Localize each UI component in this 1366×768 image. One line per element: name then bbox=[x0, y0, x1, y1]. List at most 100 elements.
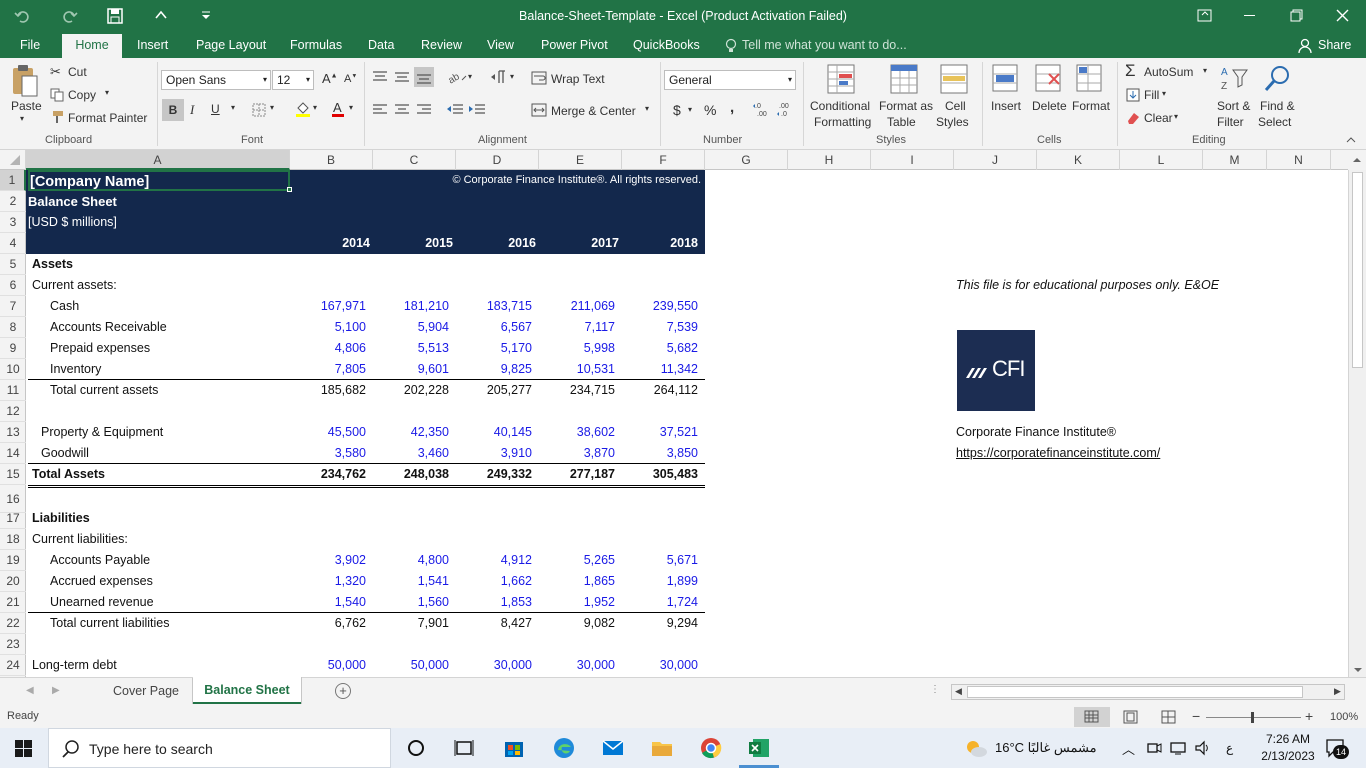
data-cell[interactable]: 3,910 bbox=[456, 443, 532, 464]
font-color-dropdown-arrow[interactable]: ▾ bbox=[349, 103, 353, 112]
cfi-link[interactable]: https://corporatefinanceinstitute.com/ bbox=[956, 443, 1160, 464]
row-header-cell[interactable]: 19 bbox=[0, 550, 26, 571]
data-cell[interactable]: 9,294 bbox=[622, 613, 698, 634]
data-cell[interactable]: 5,265 bbox=[539, 550, 615, 571]
weather-text[interactable]: 16°C مشمس غالبًا bbox=[995, 740, 1097, 756]
data-cell[interactable]: 1,320 bbox=[290, 571, 366, 592]
data-cell[interactable]: 6,567 bbox=[456, 317, 532, 338]
find-select-icon[interactable] bbox=[1264, 64, 1292, 94]
data-cell[interactable]: 183,715 bbox=[456, 296, 532, 317]
worksheet-grid[interactable]: [Company Name] © Corporate Finance Insti… bbox=[26, 170, 1348, 677]
currency-dropdown-arrow[interactable]: ▾ bbox=[688, 105, 692, 114]
tray-chevron-icon[interactable]: ︿ bbox=[1122, 739, 1135, 758]
format-cells-icon[interactable] bbox=[1076, 64, 1104, 94]
conditional-formatting-icon[interactable] bbox=[827, 64, 857, 96]
input-language[interactable]: ع bbox=[1226, 741, 1233, 755]
data-cell[interactable]: 305,483 bbox=[622, 464, 698, 485]
fill-dropdown-arrow[interactable]: ▾ bbox=[1162, 89, 1166, 98]
conditional-formatting-button[interactable]: Conditional bbox=[810, 99, 870, 113]
excel-icon[interactable] bbox=[747, 736, 771, 760]
column-header-i[interactable]: I bbox=[871, 150, 954, 170]
sheet-tab-balance-sheet[interactable]: Balance Sheet bbox=[193, 677, 301, 704]
middle-align-icon[interactable] bbox=[394, 70, 410, 84]
data-cell[interactable]: 5,904 bbox=[373, 317, 449, 338]
copy-dropdown-arrow[interactable]: ▾ bbox=[105, 88, 109, 97]
vertical-scrollbar[interactable] bbox=[1348, 170, 1366, 677]
currency-button[interactable]: $ bbox=[673, 102, 681, 118]
rtl-icon[interactable] bbox=[490, 70, 508, 84]
data-cell[interactable]: 4,800 bbox=[373, 550, 449, 571]
data-cell[interactable]: 234,715 bbox=[539, 380, 615, 401]
cell-styles-button[interactable]: Cell bbox=[945, 99, 966, 113]
cell-styles-label-2[interactable]: Styles bbox=[936, 115, 969, 129]
horizontal-scroll-thumb[interactable] bbox=[967, 686, 1303, 698]
insert-cells-icon[interactable] bbox=[992, 64, 1020, 94]
italic-button[interactable]: I bbox=[190, 102, 194, 118]
row-header-cell[interactable]: 20 bbox=[0, 571, 26, 592]
delete-cells-button[interactable]: Delete bbox=[1032, 99, 1067, 113]
column-header-h[interactable]: H bbox=[788, 150, 871, 170]
tab-review[interactable]: Review bbox=[421, 34, 462, 58]
row-header-cell[interactable]: 23 bbox=[0, 634, 26, 655]
decrease-decimal-icon[interactable]: .00.0 bbox=[776, 100, 794, 118]
copy-button[interactable]: Copy bbox=[68, 88, 96, 102]
data-cell[interactable]: 9,601 bbox=[373, 359, 449, 380]
share-button[interactable]: Share bbox=[1318, 34, 1351, 58]
insert-cells-button[interactable]: Insert bbox=[991, 99, 1021, 113]
page-break-view-icon[interactable] bbox=[1161, 710, 1177, 724]
column-header-e[interactable]: E bbox=[539, 150, 622, 170]
row-header-cell[interactable]: 17 bbox=[0, 508, 26, 529]
merge-center-icon[interactable] bbox=[531, 103, 547, 117]
tab-splitter-icon[interactable]: ⋮ bbox=[930, 684, 940, 695]
close-icon[interactable] bbox=[1336, 9, 1350, 23]
data-cell[interactable]: 1,865 bbox=[539, 571, 615, 592]
merge-dropdown-arrow[interactable]: ▾ bbox=[645, 104, 649, 113]
row-header-cell[interactable]: 9 bbox=[0, 338, 26, 359]
row-header-cell[interactable]: 11 bbox=[0, 380, 26, 401]
row-header-cell[interactable]: 22 bbox=[0, 613, 26, 634]
borders-dropdown-arrow[interactable]: ▾ bbox=[270, 103, 274, 112]
format-as-table-icon[interactable] bbox=[890, 64, 920, 96]
page-layout-view-icon[interactable] bbox=[1123, 710, 1139, 724]
data-cell[interactable]: 1,662 bbox=[456, 571, 532, 592]
chrome-icon[interactable] bbox=[699, 736, 723, 760]
data-cell[interactable]: 3,902 bbox=[290, 550, 366, 571]
meet-now-icon[interactable] bbox=[1146, 740, 1162, 756]
data-cell[interactable]: 40,145 bbox=[456, 422, 532, 443]
store-icon[interactable] bbox=[502, 736, 526, 760]
minimize-icon[interactable] bbox=[1244, 15, 1256, 17]
align-left-icon[interactable] bbox=[372, 103, 388, 117]
data-cell[interactable]: 45,500 bbox=[290, 422, 366, 443]
data-cell[interactable]: 5,671 bbox=[622, 550, 698, 571]
fill-color-icon[interactable] bbox=[295, 100, 311, 118]
zoom-level[interactable]: 100% bbox=[1330, 711, 1358, 723]
data-cell[interactable]: 5,170 bbox=[456, 338, 532, 359]
data-cell[interactable]: 30,000 bbox=[539, 655, 615, 676]
data-cell[interactable]: 3,460 bbox=[373, 443, 449, 464]
fill-button[interactable]: Fill bbox=[1144, 88, 1159, 102]
format-painter-button[interactable]: Format Painter bbox=[68, 111, 147, 125]
volume-icon[interactable] bbox=[1194, 740, 1212, 756]
data-cell[interactable]: 6,762 bbox=[290, 613, 366, 634]
column-header-b[interactable]: B bbox=[290, 150, 373, 170]
select-all-corner[interactable] bbox=[0, 150, 26, 170]
data-cell[interactable]: 7,539 bbox=[622, 317, 698, 338]
data-cell[interactable]: 42,350 bbox=[373, 422, 449, 443]
sort-filter-icon[interactable]: AZ bbox=[1220, 64, 1250, 96]
sheet-prev-icon[interactable]: ◀ bbox=[26, 685, 34, 696]
find-select-label-2[interactable]: Select bbox=[1258, 115, 1291, 129]
number-format-combo[interactable]: General ▾ bbox=[664, 70, 796, 90]
data-cell[interactable]: 5,513 bbox=[373, 338, 449, 359]
sheet-tab-cover-page[interactable]: Cover Page bbox=[100, 678, 193, 704]
row-header-cell[interactable]: 24 bbox=[0, 655, 26, 676]
scroll-right-icon[interactable]: ▶ bbox=[1334, 686, 1341, 697]
data-cell[interactable]: 8,427 bbox=[456, 613, 532, 634]
data-cell[interactable]: 9,082 bbox=[539, 613, 615, 634]
copy-icon[interactable] bbox=[50, 88, 64, 102]
data-cell[interactable]: 249,332 bbox=[456, 464, 532, 485]
wrap-text-icon[interactable] bbox=[531, 71, 547, 85]
row-header-cell[interactable]: 18 bbox=[0, 529, 26, 550]
clear-dropdown-arrow[interactable]: ▾ bbox=[1174, 112, 1178, 121]
font-name-combo[interactable]: Open Sans ▾ bbox=[161, 70, 271, 90]
zoom-out-icon[interactable]: − bbox=[1192, 708, 1200, 724]
